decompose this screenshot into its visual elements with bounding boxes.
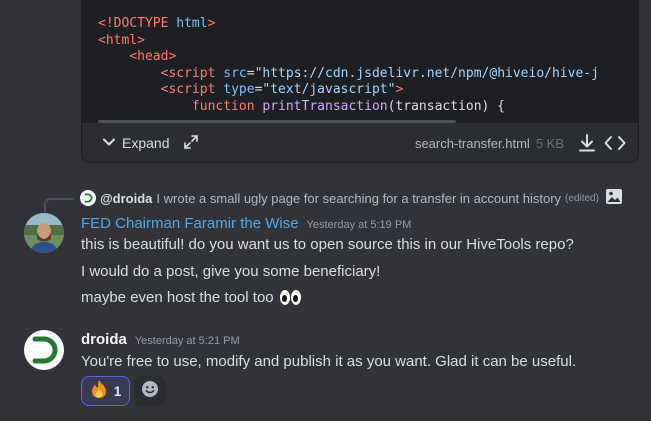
reply-text: I wrote a small ugly page for searching …	[156, 190, 562, 206]
image-icon	[605, 188, 623, 208]
reply-connector-line	[44, 198, 74, 212]
code-preview[interactable]: <!DOCTYPE html> <html> <head> <script sr…	[82, 0, 638, 123]
expand-label: Expand	[122, 135, 170, 151]
message-header: droida Yesterday at 5:21 PM	[81, 331, 240, 348]
add-reaction-button[interactable]	[134, 376, 166, 406]
code-file-attachment: <!DOCTYPE html> <html> <head> <script sr…	[81, 0, 639, 163]
droida-avatar[interactable]	[24, 330, 64, 370]
message-author[interactable]: FED Chairman Faramir the Wise	[81, 215, 299, 232]
reply-author[interactable]: @droida	[100, 191, 152, 206]
message-timestamp[interactable]: Yesterday at 5:21 PM	[135, 335, 240, 347]
message-header: FED Chairman Faramir the Wise Yesterday …	[81, 215, 411, 232]
chevron-down-icon	[102, 135, 116, 152]
file-info: search-transfer.html 5 KB	[415, 132, 626, 154]
code-line: <script type="text/javascript">	[160, 82, 404, 97]
download-icon[interactable]	[576, 132, 598, 154]
message-timestamp[interactable]: Yesterday at 5:19 PM	[307, 219, 412, 231]
message-line-text: maybe even host the tool too	[81, 289, 274, 306]
smiley-icon	[141, 380, 159, 403]
expand-button[interactable]: Expand	[102, 135, 169, 152]
reaction-count: 1	[113, 383, 122, 399]
fire-icon	[90, 379, 108, 404]
edited-tag: (edited)	[565, 192, 599, 204]
code-line: <html>	[98, 32, 145, 48]
reaction-fire[interactable]: 1	[81, 376, 130, 406]
code-line: <!DOCTYPE html>	[98, 16, 216, 31]
message-line: You're free to use, modify and publish i…	[81, 353, 577, 370]
file-name: search-transfer.html	[414, 135, 530, 151]
code-text: <!DOCTYPE html> <html> <head> <script sr…	[82, 0, 638, 115]
code-line: <head>	[129, 49, 177, 64]
droida-mini-avatar	[80, 190, 96, 206]
eyes-emoji-icon	[279, 290, 301, 305]
message-line: this is beautiful! do you want us to ope…	[81, 236, 574, 253]
message-author[interactable]: droida	[81, 331, 127, 348]
attachment-footer: Expand search-transfer.html 5 KB	[82, 123, 638, 162]
message-line: I would do a post, give you some benefic…	[81, 263, 381, 280]
file-size: 5 KB	[535, 135, 564, 151]
fullscreen-icon[interactable]	[183, 134, 199, 153]
code-line: <script src="https://cdn.jsdelivr.net/np…	[160, 65, 599, 81]
code-line: function printTransaction(transaction) {	[191, 98, 506, 114]
view-source-icon[interactable]	[604, 132, 626, 154]
faramir-avatar[interactable]	[24, 213, 64, 253]
reply-preview[interactable]: @droida I wrote a small ugly page for se…	[80, 189, 623, 207]
message-line-with-emoji: maybe even host the tool too	[81, 289, 301, 306]
